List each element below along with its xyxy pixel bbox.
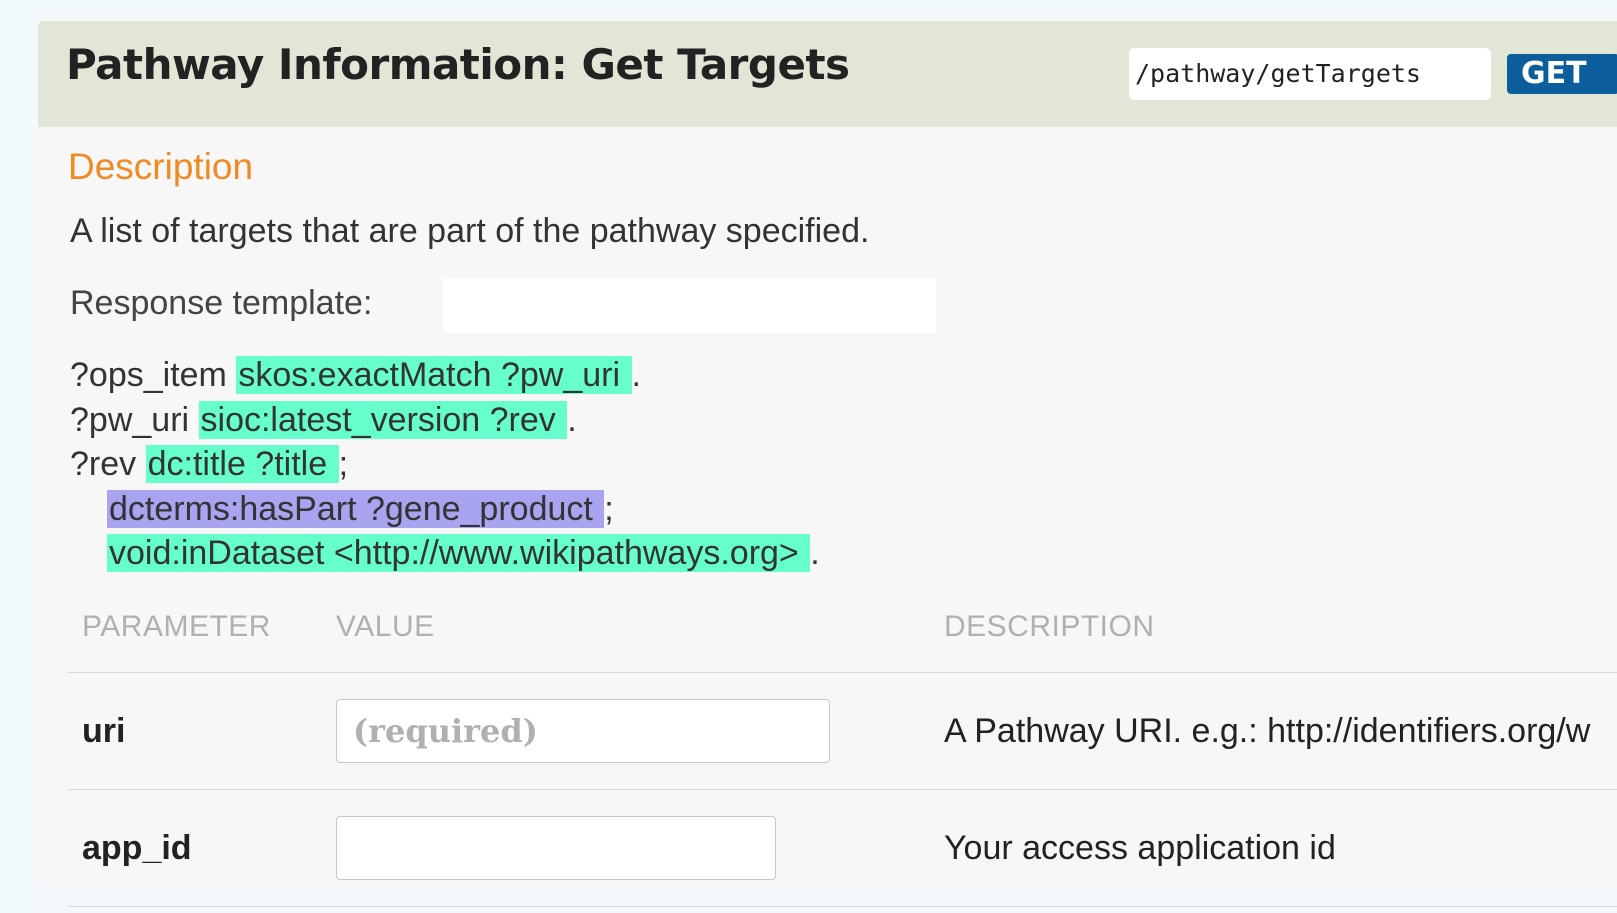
uri-input[interactable] [336, 699, 830, 763]
param-value-cell [322, 789, 930, 907]
response-template-code: ?ops_item skos:exactMatch ?pw_uri . ?pw_… [70, 353, 820, 576]
column-header-description: DESCRIPTION [930, 610, 1617, 673]
param-name: app_id [68, 789, 322, 907]
column-header-value: VALUE [322, 610, 930, 673]
table-row: app_id Your access application id [68, 789, 1617, 907]
template-terminator: . [631, 356, 641, 394]
param-description: Your access application id [930, 789, 1617, 907]
template-predicate-highlight: dc:title ?title [145, 445, 339, 483]
template-terminator: . [810, 534, 820, 572]
operation-title[interactable]: Pathway Information: Get Targets [66, 40, 850, 89]
template-line: ?ops_item skos:exactMatch ?pw_uri . [70, 353, 820, 398]
table-row: uri A Pathway URI. e.g.: http://identifi… [68, 672, 1617, 790]
template-predicate-highlight: void:inDataset <http://www.wikipathways.… [107, 534, 811, 572]
response-template-label: Response template: [70, 284, 373, 322]
template-line: dcterms:hasPart ?gene_product ; [70, 487, 820, 532]
description-text: A list of targets that are part of the p… [70, 212, 870, 250]
app-id-input[interactable] [336, 816, 776, 880]
param-value-cell [322, 672, 930, 790]
template-terminator: ; [338, 445, 349, 483]
table-header-row: PARAMETER VALUE DESCRIPTION [68, 610, 1617, 673]
template-predicate-highlight: dcterms:hasPart ?gene_product [107, 489, 605, 528]
column-header-parameter: PARAMETER [68, 610, 322, 673]
template-subject: ?rev [70, 445, 146, 483]
template-line: void:inDataset <http://www.wikipathways.… [70, 531, 820, 576]
param-description: A Pathway URI. e.g.: http://identifiers.… [930, 672, 1617, 790]
template-predicate-highlight: sioc:latest_version ?rev [198, 400, 568, 439]
param-name: uri [68, 672, 322, 790]
parameters-table: PARAMETER VALUE DESCRIPTION uri A Pathwa… [68, 610, 1617, 907]
operation-path[interactable]: /pathway/getTargets [1129, 48, 1491, 100]
template-line: ?pw_uri sioc:latest_version ?rev . [70, 398, 820, 443]
template-subject: ?pw_uri [70, 400, 199, 439]
description-heading: Description [68, 146, 254, 187]
template-predicate-highlight: skos:exactMatch ?pw_uri [236, 356, 632, 394]
method-badge[interactable]: GET [1507, 54, 1617, 94]
template-terminator: . [567, 400, 577, 439]
template-subject: ?ops_item [70, 356, 237, 394]
template-line: ?rev dc:title ?title ; [70, 442, 820, 487]
response-template-select[interactable] [443, 278, 936, 333]
template-terminator: ; [604, 489, 614, 528]
